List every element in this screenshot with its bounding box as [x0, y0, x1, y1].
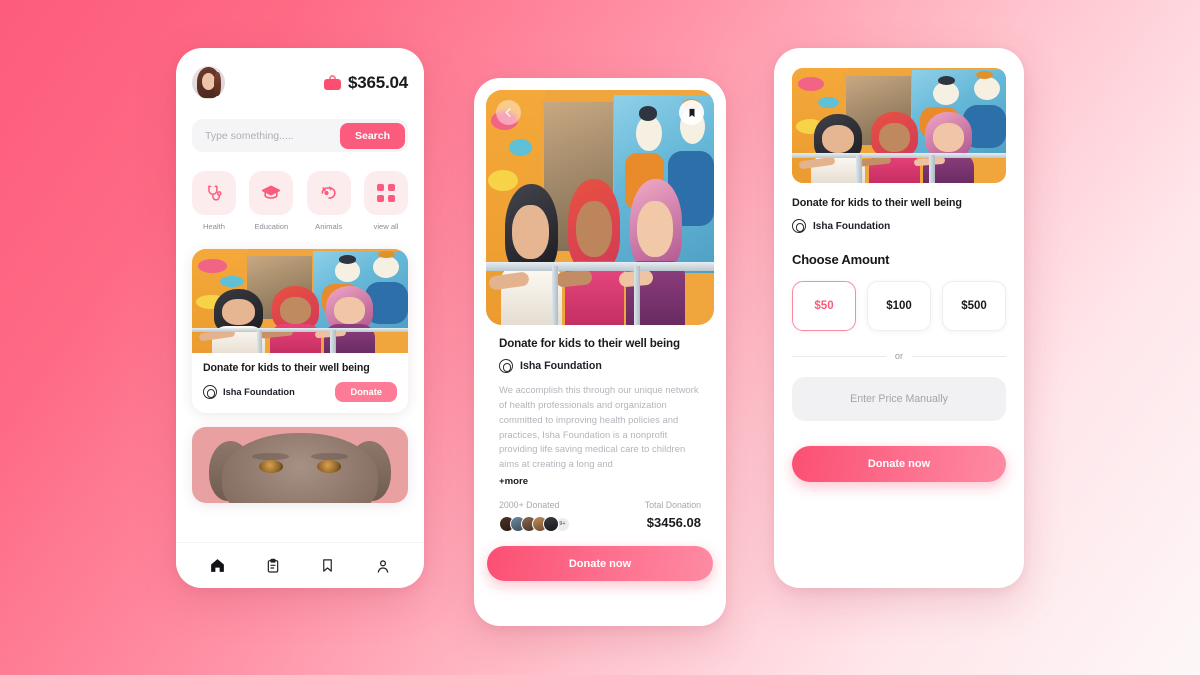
- amount-options: $50 $100 $500: [792, 281, 1006, 331]
- category-health[interactable]: Health: [192, 171, 236, 231]
- home-header: $365.04: [192, 66, 408, 99]
- amount-option-50[interactable]: $50: [792, 281, 856, 331]
- campaign-card[interactable]: Donate for kids to their well being Isha…: [192, 249, 408, 413]
- organization-name: Isha Foundation: [813, 220, 891, 232]
- search-button[interactable]: Search: [340, 122, 406, 149]
- clipboard-icon[interactable]: [263, 556, 283, 576]
- divider-line-left: [792, 355, 886, 357]
- divider-line-right: [912, 355, 1007, 357]
- org-badge-icon: [792, 219, 806, 233]
- organization-name: Isha Foundation: [520, 360, 602, 372]
- three-girls-at-railing-photo: [192, 249, 408, 353]
- phone3-content: Donate for kids to their well being Isha…: [774, 48, 1024, 482]
- total-amount: $3456.08: [646, 515, 701, 531]
- campaign-card-secondary[interactable]: [192, 427, 408, 503]
- total-label: Total Donation: [644, 500, 701, 511]
- donor-avatar-stack: 9+: [499, 516, 570, 533]
- category-row: Health Education Animals view all: [192, 171, 408, 231]
- or-label: or: [894, 351, 904, 361]
- home-icon[interactable]: [208, 556, 228, 576]
- dog-photo: [192, 427, 408, 503]
- donate-button[interactable]: Donate: [335, 382, 397, 402]
- three-girls-at-railing-photo: [486, 90, 714, 325]
- more-link[interactable]: +more: [499, 476, 701, 487]
- stethoscope-icon: [192, 171, 236, 215]
- campaign-photo-wrap: [792, 68, 1006, 183]
- avatar[interactable]: [192, 66, 225, 99]
- balance-amount: $365.04: [347, 72, 408, 92]
- amount-option-100[interactable]: $100: [867, 281, 931, 331]
- phone-detail-screen: Donate for kids to their well being Isha…: [474, 78, 726, 626]
- category-label: Animals: [315, 222, 343, 231]
- campaign-card-body: Donate for kids to their well being Isha…: [192, 353, 408, 413]
- donate-now-button[interactable]: Donate now: [487, 546, 713, 582]
- person-icon[interactable]: [373, 556, 393, 576]
- bookmark-icon[interactable]: [318, 556, 338, 576]
- donated-label: 2000+ Donated: [499, 500, 560, 511]
- category-label: Education: [254, 222, 289, 231]
- category-view-all[interactable]: view all: [363, 171, 408, 231]
- pet-icon: [306, 171, 351, 215]
- org-badge-icon: [203, 385, 217, 399]
- phone-amount-screen: Donate for kids to their well being Isha…: [774, 48, 1024, 588]
- wallet-icon: [323, 75, 341, 90]
- category-label: Health: [203, 222, 225, 231]
- detail-description: We accomplish this through our unique ne…: [499, 384, 699, 470]
- phone1-content: $365.04 Search Health: [176, 48, 424, 503]
- organization: Isha Foundation: [203, 385, 295, 399]
- donate-now-button[interactable]: Donate now: [792, 446, 1006, 482]
- search-input[interactable]: [205, 129, 340, 142]
- campaign-title: Donate for kids to their well being: [792, 197, 962, 209]
- phone2-content: Donate for kids to their well being Isha…: [474, 78, 726, 533]
- donation-stats: 2000+ Donated 9+ Total Donation $3456.08: [499, 500, 701, 533]
- organization: Isha Foundation: [792, 219, 1006, 233]
- category-education[interactable]: Education: [249, 171, 294, 231]
- manual-price-field[interactable]: [792, 377, 1006, 421]
- bookmark-icon[interactable]: [679, 100, 704, 125]
- manual-price-input[interactable]: [792, 393, 1006, 405]
- detail-photo-wrap: [486, 90, 714, 325]
- choose-amount-heading: Choose Amount: [792, 252, 890, 267]
- three-girls-at-railing-photo: [792, 68, 1006, 183]
- detail-body: Donate for kids to their well being Isha…: [486, 325, 714, 533]
- category-label: view all: [373, 222, 399, 231]
- organization: Isha Foundation: [499, 359, 701, 373]
- category-animals[interactable]: Animals: [306, 171, 351, 231]
- graduation-cap-icon: [249, 171, 294, 215]
- detail-title: Donate for kids to their well being: [499, 337, 680, 350]
- search-bar[interactable]: Search: [192, 119, 408, 152]
- balance-display: $365.04: [323, 72, 408, 93]
- amount-option-500[interactable]: $500: [942, 281, 1006, 331]
- bottom-navigation: [176, 542, 424, 588]
- org-badge-icon: [499, 359, 513, 373]
- avatar-hair-strand: [213, 71, 222, 97]
- total-block: Total Donation $3456.08: [645, 500, 701, 532]
- organization-name: Isha Foundation: [223, 387, 295, 397]
- campaign-title: Donate for kids to their well being: [203, 362, 370, 374]
- or-divider: or: [792, 351, 1007, 361]
- chevron-left-icon[interactable]: [496, 100, 521, 125]
- donors-block: 2000+ Donated 9+: [499, 500, 570, 533]
- grid-icon: [363, 171, 408, 215]
- phone-home-screen: $365.04 Search Health: [176, 48, 424, 588]
- campaign-meta-row: Isha Foundation Donate: [203, 382, 397, 402]
